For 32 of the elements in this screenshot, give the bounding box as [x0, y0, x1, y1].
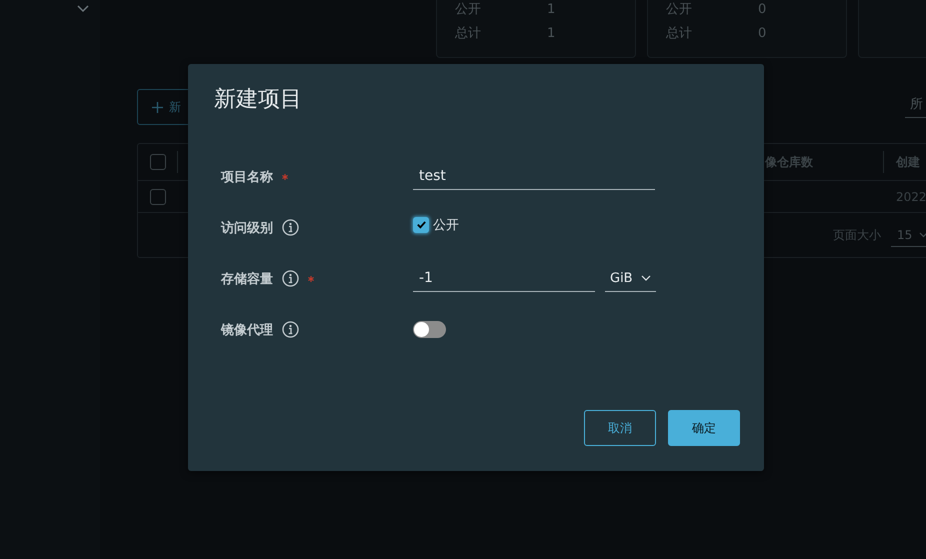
check-icon	[416, 219, 426, 230]
stat-label: 公开	[666, 1, 693, 19]
checkbox-label: 公开	[433, 216, 459, 234]
page-size-label: 页面大小	[833, 226, 881, 244]
dialog-title: 新建项目	[214, 86, 302, 114]
stat-value: 0	[758, 1, 766, 19]
field-label: 存储容量	[221, 270, 273, 288]
project-name-field[interactable]: test	[413, 164, 655, 190]
chevron-icon	[919, 232, 926, 238]
checkbox[interactable]	[413, 216, 429, 232]
field-label: 项目名称	[221, 168, 273, 186]
stat-value: 1	[547, 1, 556, 19]
plus-icon	[152, 102, 163, 112]
unit-select[interactable]: GiB	[605, 266, 656, 292]
info-icon[interactable]	[282, 219, 299, 236]
info-icon[interactable]	[282, 321, 299, 338]
stat-label: 公开	[455, 1, 482, 19]
stat-label: 总计	[666, 25, 693, 43]
storage-quota-field[interactable]: -1	[413, 266, 595, 292]
cancel-button[interactable]: 取消	[584, 410, 656, 446]
confirm-button[interactable]: 确定	[668, 410, 740, 446]
chevron-icon[interactable]	[76, 4, 90, 14]
toggle-switch[interactable]	[413, 321, 446, 338]
stat-value: 1	[547, 25, 556, 43]
chevron-icon	[640, 275, 651, 281]
row-checkbox[interactable]	[150, 188, 166, 204]
field-label: 镜像代理	[221, 322, 273, 338]
field-label: 访问级别	[221, 220, 273, 236]
select-all-checkbox[interactable]	[150, 154, 166, 170]
stat-value: 0	[758, 25, 766, 43]
stat-label: 总计	[455, 25, 482, 43]
info-icon[interactable]	[282, 270, 299, 287]
